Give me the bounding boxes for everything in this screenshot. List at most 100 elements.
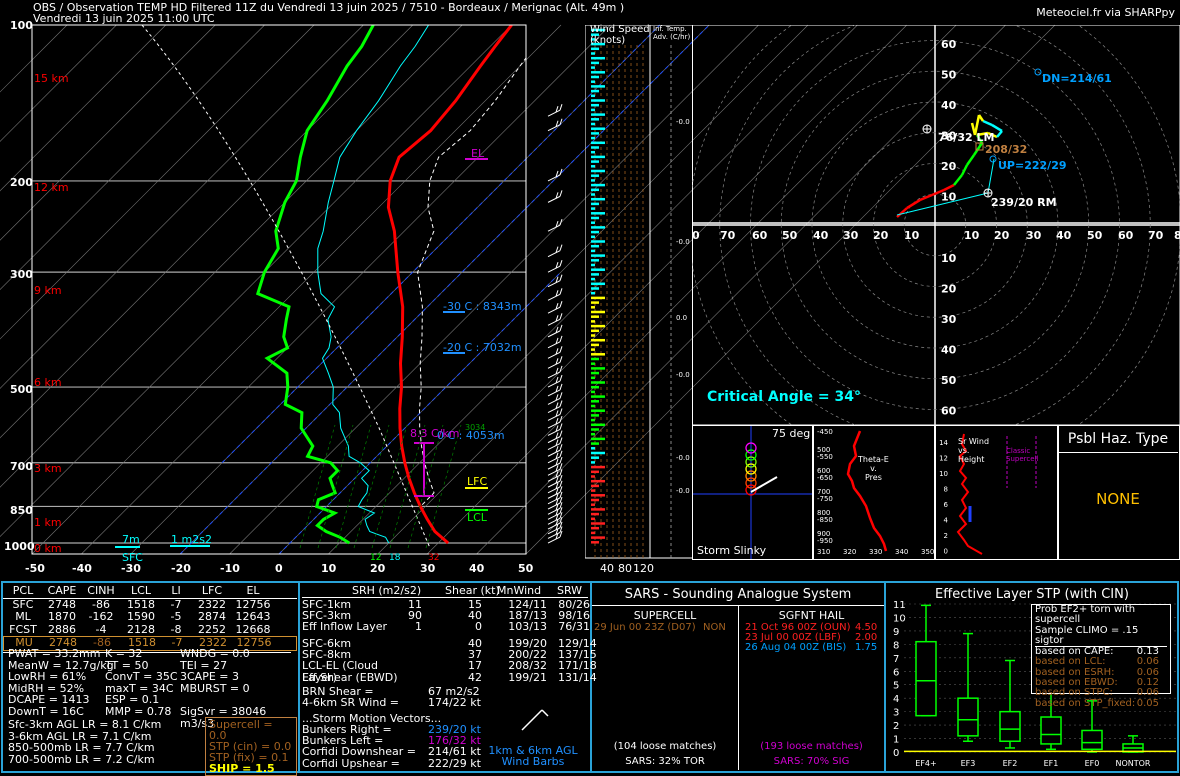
kin-cell: 0 [475, 620, 482, 634]
thetae-x-label: 330 [869, 548, 882, 556]
pcl-cell: 2886 [48, 622, 76, 636]
t-label: 30 [420, 562, 436, 575]
lapse-label: 8.3 C/km [410, 427, 460, 440]
wind-barb-flag [559, 356, 563, 363]
stp-box [1081, 729, 1103, 751]
stat: DownT = 16C [8, 704, 84, 718]
wind-barb [547, 497, 561, 505]
kin-cell: 1 [415, 620, 422, 634]
wind-barb-flag [559, 392, 563, 399]
wind-barb-flag [559, 456, 563, 464]
wind-speed-panel [585, 25, 693, 559]
stp-y-label: 8 [893, 640, 899, 651]
wind-barb [547, 351, 561, 359]
hodo-trace [943, 183, 955, 192]
stp-y-label: 3 [893, 708, 899, 719]
thetae-x-label: 310 [817, 548, 830, 556]
vector-value: 222/29 kt [428, 756, 481, 770]
srw-y-label: 10 [939, 470, 948, 478]
kin-cell: 103/13 [508, 620, 547, 634]
t-label: 20 [370, 562, 386, 575]
srw-y-label: 0 [944, 548, 948, 556]
mixing-ratio-line [353, 424, 390, 549]
p-label: 850 [10, 504, 33, 517]
pcl-cell: 1870 [48, 610, 76, 624]
thetae-x-label: 350 [921, 548, 934, 556]
hodo-x-label: 10 [904, 229, 920, 242]
wind-barb-flag [559, 430, 563, 437]
hodo-ring-label: 40 [941, 99, 957, 112]
pcl-cell: FCST [9, 622, 37, 636]
wind-barb-flag [559, 423, 563, 430]
height-label: 15 km [34, 72, 69, 85]
kin-col: MnWind [497, 584, 542, 597]
t-label: -20 [171, 562, 191, 575]
kin-cell: 199/21 [508, 670, 547, 684]
wind-barb [547, 250, 561, 258]
isotherm [0, 24, 463, 488]
critical-angle: Critical Angle = 34° [707, 389, 861, 405]
t-label: -40 [72, 562, 92, 575]
kin-col: Shear (kt) [445, 584, 500, 597]
hodograph: 6050403020101020304050600 70 60 50 40 30 20 10 1… [692, 25, 1180, 425]
stp-y-label: 1 [893, 735, 899, 746]
mixing-ratio-line [299, 424, 336, 549]
wind-barb [547, 306, 561, 314]
hazard-title: Psbl Haz. Type [1058, 426, 1178, 453]
sc-loose: (104 loose matches) [613, 741, 717, 752]
srwind-panel: 14 12 10 8 6 4 2 0 [935, 425, 1058, 560]
stat-row: DownT = 16C MMP = 0.78 SigSvr = 38046 m3/s… [8, 704, 298, 729]
wind-barb [547, 361, 561, 369]
t-label: 50 [518, 562, 534, 575]
height-label: 1 km [34, 516, 62, 529]
stats-block: PWAT = 33.2mm K = 32 WNDG = 0.0 MeanW = 12.… [8, 647, 298, 729]
based-label: based on STP_fixed: [1035, 697, 1136, 709]
srw-y-label: 6 [944, 501, 949, 509]
lapse-block: Sfc-3km AGL LR = 8.1 C/km 3-6km AGL LR =… [8, 718, 162, 766]
thetae-x-label: 340 [895, 548, 908, 556]
t-label: 0 [275, 562, 283, 575]
t-label: -30 [121, 562, 141, 575]
pcl-cell: -4 [95, 622, 107, 636]
based-row: based on STP_fixed: 0.05 [1035, 697, 1167, 709]
height-label: 6 km [34, 376, 62, 389]
wind-barb-flag [559, 104, 563, 111]
slinky-deg: 75 deg [772, 427, 811, 440]
vector-value: 214/61 kt [428, 745, 481, 759]
srw-classic: Classic Supercell [1006, 447, 1039, 463]
up-marker [989, 155, 997, 163]
p-label: 100 [10, 19, 33, 32]
wind-tick: 120 [633, 562, 654, 575]
hodo-trace [906, 198, 921, 210]
hodo-ring-label: 30 [941, 313, 957, 326]
thetae-p-label: -850 [817, 516, 833, 524]
stp-y-label: 10 [893, 613, 906, 624]
kin-cell: 76/31 [558, 620, 590, 634]
p-label: 500 [10, 383, 33, 396]
hodo-ring-label: 50 [941, 374, 957, 387]
wind-barb [547, 517, 561, 525]
thetae-p-label: -450 [817, 428, 833, 436]
wind-barb-flag [559, 288, 563, 295]
hodo-trace [919, 193, 933, 202]
divider [298, 583, 300, 772]
wind-barb [547, 293, 561, 301]
wind-barb-flag [559, 486, 563, 493]
stp-prob-box: Prob EF2+ torn with supercell Sample CLI… [1031, 604, 1171, 708]
thermo-params: PCL CAPE CINH LCL LI LFC EL SFC 2748 -86 15… [3, 585, 297, 653]
pcl-cell: 2252 [198, 622, 226, 636]
stat: K = 32 [105, 647, 143, 660]
hail-match: 26 Aug 04 00Z (BIS) [745, 642, 847, 653]
mixing-ratio-line [335, 424, 372, 549]
isotherm [0, 24, 167, 192]
stp-box [1040, 716, 1062, 745]
el-label: EL [471, 147, 485, 160]
stp-y-label: 9 [893, 627, 899, 638]
t-label: 40 [469, 562, 485, 575]
adv-tick: -0.0 [676, 118, 690, 126]
wind-barb-flag [559, 244, 563, 251]
thetae-p-label: -550 [817, 453, 833, 461]
wind-barb-flag [559, 274, 563, 281]
stp-x-label: EF0 [1085, 759, 1100, 768]
wind-barb [547, 330, 561, 338]
